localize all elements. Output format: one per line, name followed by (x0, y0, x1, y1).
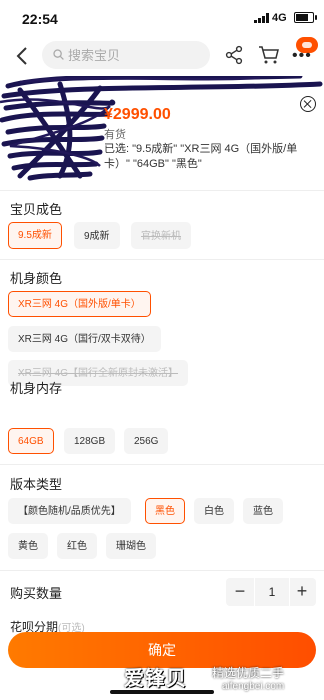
option-color-yellow[interactable]: 黄色 (8, 533, 48, 559)
watermark-tagline: 精选优质二手 (212, 666, 285, 680)
stock-status: 有货 (104, 129, 126, 141)
option-color-blue[interactable]: 蓝色 (243, 498, 283, 524)
quantity-label: 购买数量 (10, 586, 63, 601)
option-storage-64[interactable]: 64GB (8, 428, 54, 454)
option-color-coral[interactable]: 珊瑚色 (106, 533, 156, 559)
quantity-stepper: − 1 + (226, 578, 316, 606)
home-indicator (110, 690, 214, 694)
battery-icon (294, 12, 317, 23)
option-condition-90[interactable]: 9成新 (74, 222, 120, 249)
quantity-increase-button[interactable]: + (288, 578, 316, 606)
more-dots-icon[interactable]: ••• (292, 48, 312, 64)
divider (0, 259, 324, 260)
option-storage-128[interactable]: 128GB (64, 428, 116, 454)
section-title-version: 版本类型 (10, 477, 63, 492)
watermark-url: aifengbei.com (222, 681, 285, 692)
product-summary: ¥2999.00 有货 已选: "9.5成新" "XR三网 4G（国外版/单卡）… (0, 76, 324, 194)
network-label: 4G (272, 12, 287, 24)
watermark-logo: 爱锋贝 (124, 668, 187, 690)
cart-icon[interactable] (258, 45, 280, 65)
close-icon[interactable] (300, 96, 316, 112)
option-storage-256[interactable]: 256G (124, 428, 169, 454)
divider (0, 570, 324, 571)
section-title-storage: 机身内存 (10, 381, 63, 396)
share-icon[interactable] (224, 45, 244, 65)
option-color-black[interactable]: 黑色 (145, 498, 185, 524)
search-input[interactable] (68, 45, 198, 65)
option-color-red[interactable]: 红色 (57, 533, 97, 559)
watermark: 爱锋贝 精选优质二手 aifengbei.com (122, 660, 322, 700)
divider (0, 464, 324, 465)
back-arrow-icon[interactable] (12, 45, 34, 67)
search-icon (53, 49, 64, 60)
option-model-intl[interactable]: XR三网 4G（国外版/单卡） (8, 291, 151, 317)
top-nav: ••• (0, 36, 324, 76)
section-title-condition: 宝贝成色 (10, 202, 63, 217)
search-bar[interactable] (42, 41, 210, 69)
selected-spec: 已选: "9.5成新" "XR三网 4G（国外版/单卡）" "64GB" "黑色… (104, 143, 298, 170)
product-price: ¥2999.00 (104, 106, 171, 123)
divider (0, 190, 324, 191)
section-title-model: 机身颜色 (10, 271, 63, 286)
quantity-decrease-button[interactable]: − (226, 578, 254, 606)
status-time: 22:54 (22, 11, 58, 27)
option-version-random[interactable]: 【颜色随机/品质优先】 (8, 498, 131, 524)
option-color-white[interactable]: 白色 (194, 498, 234, 524)
option-condition-95[interactable]: 9.5成新 (8, 222, 62, 249)
option-condition-refurb: 官换新机 (131, 222, 191, 249)
signal-icon (254, 13, 269, 23)
quantity-value[interactable]: 1 (254, 578, 290, 606)
option-model-cn[interactable]: XR三网 4G（国行/双卡双待） (8, 326, 161, 352)
status-bar: 22:54 4G (0, 0, 324, 36)
